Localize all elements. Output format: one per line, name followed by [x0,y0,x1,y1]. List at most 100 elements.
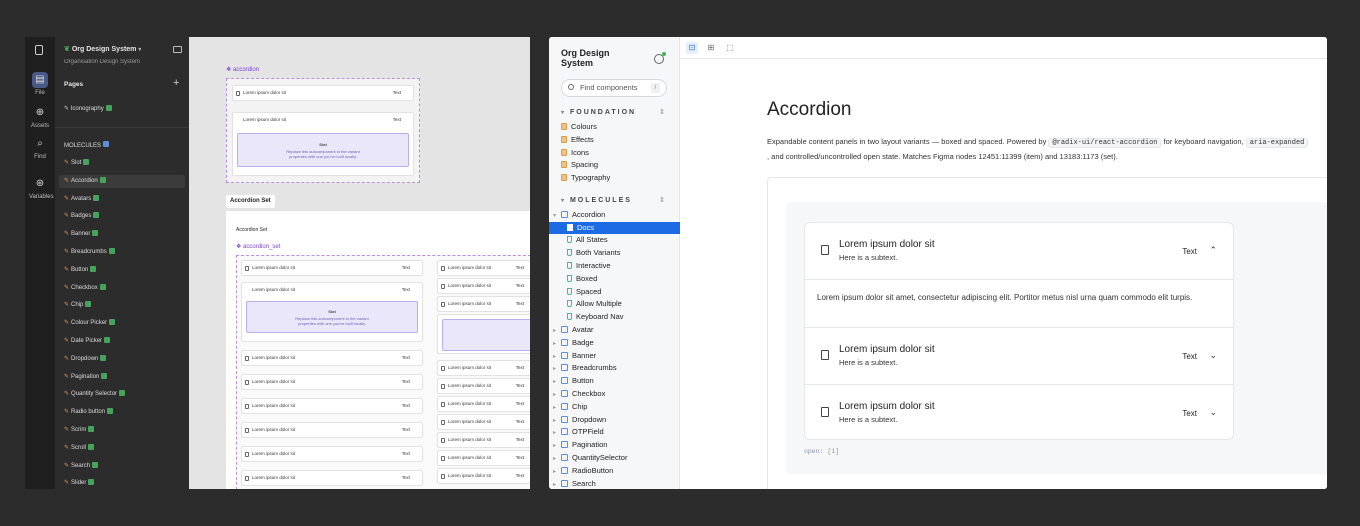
layer-item[interactable]: ✎ Dropdown [59,353,185,366]
canvas-accordion-row[interactable]: Lorem ipsum dolor sit Text [437,296,530,312]
canvas-accordion-row[interactable]: Lorem ipsum dolor sit Text [232,85,414,101]
foundation-header[interactable]: ▾ FOUNDATION [561,109,636,116]
zoom-icon[interactable]: ⊡ [686,42,698,54]
figma-logo-icon[interactable] [35,45,43,55]
collapse-all-icon[interactable]: ⇕ [659,196,665,204]
canvas-accordion-row[interactable]: Lorem ipsum dolor sit Text [241,350,423,366]
layer-item[interactable]: ✎ Accordion [59,174,185,188]
layer-item[interactable]: ✎ Search [59,460,185,473]
canvas-accordion-row[interactable]: Lorem ipsum dolor sit Text [437,414,530,430]
tree-item-component[interactable]: ▸ OTPField [549,426,680,439]
layer-item[interactable]: ✎ Badges [59,210,185,223]
molecules-header[interactable]: ▾ MOLECULES [561,197,632,204]
slot-placeholder[interactable]: Slot Replace this subcomponent in the var… [246,301,418,333]
canvas-accordion-row[interactable]: Lorem ipsum dolor sit Text [437,432,530,448]
pen-icon: ✎ [64,409,70,416]
tree-item-story[interactable]: Both Variants [549,247,680,260]
tree-item-foundation[interactable]: Spacing [549,159,680,172]
layer-item[interactable]: ✎ Avatars [59,193,185,206]
add-page-icon[interactable]: + [173,77,179,89]
status-logo-icon[interactable] [654,52,666,64]
tree-item-story[interactable]: All States [549,234,680,247]
rail-file-button[interactable]: ▤ File [29,70,51,106]
accordion-trigger[interactable]: Lorem ipsum dolor sit Here is a subtext.… [805,223,1233,280]
tree-item-accordion[interactable]: ▾ Accordion [549,209,680,222]
tree-item-component[interactable]: ▸ Breadcrumbs [549,362,680,375]
layer-item[interactable]: ✎ Date Picker [59,335,185,348]
canvas-accordion-open[interactable]: Lorem ipsum dolor sit Text Slot Replace … [232,112,414,176]
accordion-set-section[interactable]: Accordion Set ❖ accordion_set Lorem ipsu… [226,211,530,489]
tree-item-component[interactable]: ▸ Chip [549,401,680,414]
tree-item-component[interactable]: ▸ QuantitySelector [549,452,680,465]
layer-item[interactable]: ✎ Scrim [59,424,185,437]
canvas-accordion-open[interactable]: Lorem ipsum dolor sit Text Slot Replace thi… [241,282,423,342]
layer-item[interactable]: ✎ Quantity Selector [59,388,185,401]
tree-item-component[interactable]: ▸ Search [549,478,680,489]
slot-placeholder[interactable] [442,319,530,351]
layer-item[interactable]: ✎ Radio button [59,406,185,419]
canvas-accordion-row[interactable]: Lorem ipsum dolor sit Text [241,446,423,462]
tree-item-component[interactable]: ▸ Checkbox [549,388,680,401]
layer-item[interactable]: ✎ Slot [59,157,185,170]
layer-item[interactable]: ✎ Chip [59,299,185,312]
canvas-accordion-row[interactable]: Lorem ipsum dolor sit Text [241,398,423,414]
collapse-all-icon[interactable]: ⇕ [659,108,665,116]
canvas-accordion-row[interactable]: Lorem ipsum dolor sit Text [241,422,423,438]
tree-item-foundation[interactable]: Effects [549,134,680,147]
accordion-set-frame-label[interactable]: ❖ accordion_set [236,243,280,250]
layer-item[interactable]: ✎ Scroll [59,442,185,455]
tree-item-component[interactable]: ▸ Button [549,375,680,388]
sidebar-toggle-icon[interactable] [173,46,182,53]
canvas-accordion-row[interactable]: Lorem ipsum dolor sit Text [437,278,530,294]
tree-item-story[interactable]: Keyboard Nav [549,311,680,324]
canvas-accordion-row[interactable]: Lorem ipsum dolor sit Text [437,396,530,412]
tree-item-story[interactable]: Interactive [549,260,680,273]
page-item-iconography[interactable]: ✎ Iconography [59,103,185,116]
storybook-title[interactable]: Org Design System [561,48,636,68]
canvas-accordion-open[interactable] [437,314,530,354]
accordion-frame-label[interactable]: ❖ accordion [226,66,259,73]
canvas-accordion-row[interactable]: Lorem ipsum dolor sit Text [437,378,530,394]
accordion-frame[interactable]: Lorem ipsum dolor sit Text Lorem ipsum do… [226,78,420,183]
figma-canvas[interactable]: ❖ accordion Lorem ipsum dolor sit Text Lo… [189,37,530,489]
canvas-accordion-row[interactable]: Lorem ipsum dolor sit Text [437,260,530,276]
slot-placeholder[interactable]: Slot Replace this subcomponent in the va… [237,133,409,167]
accordion-trigger[interactable]: Lorem ipsum dolor sit Here is a subtext.… [805,385,1233,439]
canvas-accordion-row[interactable]: Lorem ipsum dolor sit Text [241,470,423,486]
tree-item-foundation[interactable]: Icons [549,147,680,160]
search-input[interactable]: Find components / [561,79,667,97]
tree-item-component[interactable]: ▸ Dropdown [549,414,680,427]
canvas-accordion-row[interactable]: Lorem ipsum dolor sit Text [437,450,530,466]
layer-item[interactable]: ✎ Slider [59,477,185,489]
pen-icon: ✎ [64,106,70,112]
canvas-accordion-row[interactable]: Lorem ipsum dolor sit Text [437,360,530,376]
tree-item-component[interactable]: ▸ Banner [549,350,680,363]
layer-item[interactable]: ✎ Button [59,264,185,277]
tree-item-component[interactable]: ▸ RadioButton [549,465,680,478]
tree-item-story[interactable]: Spaced [549,286,680,299]
layer-item[interactable]: ✎ Pagination [59,371,185,384]
tree-item-component[interactable]: ▸ Avatar [549,324,680,337]
tree-item-foundation[interactable]: Colours [549,121,680,134]
outline-icon[interactable]: ⬚ [724,42,736,54]
rail-variables-button[interactable]: ⊛ Variables [29,174,54,210]
layer-item[interactable]: ✎ Banner [59,228,185,241]
canvas-accordion-row[interactable]: Lorem ipsum dolor sit Text [437,468,530,484]
accordion-set-frame[interactable]: Lorem ipsum dolor sit Text Lorem ipsum dol… [236,255,530,489]
tree-item-component[interactable]: ▸ Badge [549,337,680,350]
layer-item[interactable]: ✎ Breadcrumbs [59,246,185,259]
layer-item[interactable]: ✎ Colour Picker [59,317,185,330]
canvas-accordion-row[interactable]: Lorem ipsum dolor sit Text [241,260,423,276]
accordion-set-tab[interactable]: Accordion Set [226,195,275,208]
grid-icon[interactable]: ⊞ [705,42,717,54]
accordion-trigger[interactable]: Lorem ipsum dolor sit Here is a subtext.… [805,328,1233,385]
canvas-accordion-row[interactable]: Lorem ipsum dolor sit Text [241,374,423,390]
project-title[interactable]: ❦ Org Design System ▾ [64,45,141,53]
rail-find-button[interactable]: ⌕ Find [29,134,51,170]
tree-item-story[interactable]: Docs [549,221,680,235]
tree-item-component[interactable]: ▸ Pagination [549,439,680,452]
tree-item-story[interactable]: Allow Multiple [549,298,680,311]
layer-item[interactable]: ✎ Checkbox [59,282,185,295]
tree-item-foundation[interactable]: Typography [549,172,680,185]
tree-item-story[interactable]: Boxed [549,273,680,286]
